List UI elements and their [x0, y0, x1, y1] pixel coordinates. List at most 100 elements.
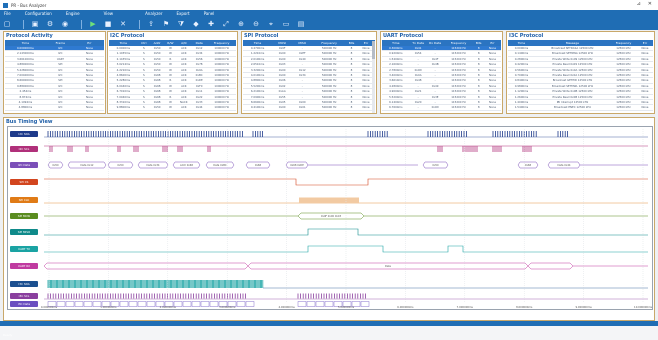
- protocol-frame: [146, 301, 156, 307]
- table-cell: 12500 kHz: [616, 51, 631, 56]
- protocol-frame: [65, 301, 75, 307]
- table-cell: 0x4F: [431, 56, 439, 61]
- timing-canvas[interactable]: I2C SDA I2C SCL I2C Data SPI CS SPI CLK SPI M…: [7, 126, 653, 310]
- time-tick-label: 0.000000ms: [41, 305, 58, 309]
- protocol-frame: [527, 262, 574, 270]
- table-cell: None: [488, 46, 496, 50]
- table-cell: S: [142, 51, 145, 56]
- zoom-in-icon[interactable]: ⊕: [236, 19, 246, 29]
- open-icon[interactable]: ▢: [2, 19, 12, 29]
- table-cell: -: [434, 67, 436, 72]
- table-cell: None: [85, 89, 93, 94]
- table-cell: 2.0100ms: [250, 56, 265, 61]
- layout-icon[interactable]: ▤: [296, 19, 306, 29]
- table-cell: 0x68: [153, 83, 161, 88]
- table-row[interactable]: 4.8800ms I2C None: [5, 105, 104, 111]
- waveform-svg[interactable]: I2C SDA I2C SCL I2C Data SPI CS SPI CLK SPI M…: [8, 127, 653, 309]
- table-cell: 0.4200ms: [514, 62, 529, 67]
- table-cell: 8: [350, 78, 353, 83]
- table-cell: 0x50: [153, 46, 161, 50]
- marker-icon[interactable]: ◆: [191, 19, 201, 29]
- trigger-icon[interactable]: ⚑: [161, 19, 171, 29]
- table-cell: Private Write 0x09 12500 kHz: [552, 56, 593, 61]
- table-cell: 5.2280ms: [116, 78, 131, 83]
- export-icon[interactable]: ⇪: [146, 19, 156, 29]
- table-cell: 0x3E: [431, 94, 439, 99]
- table-cell: 100000 Hz: [214, 94, 229, 99]
- menu-panel[interactable]: Panel: [204, 11, 215, 16]
- table-cell: 2.6510ms: [250, 62, 265, 67]
- menu-export[interactable]: Export: [176, 11, 189, 16]
- table-cell: 8: [477, 78, 480, 83]
- clear-icon[interactable]: ✕: [118, 19, 128, 29]
- settings-icon[interactable]: ⚙: [45, 19, 55, 29]
- table-cell: 12500 kHz: [616, 67, 631, 72]
- table-cell: 8: [477, 62, 480, 67]
- protocol-frame: [297, 301, 307, 307]
- menu-view[interactable]: View: [104, 11, 114, 16]
- table-cell: 115200 Hz: [451, 83, 466, 88]
- table-cell: 0x00: [278, 67, 286, 72]
- stop-icon[interactable]: ■: [103, 19, 113, 29]
- frame-label: Data: [385, 264, 391, 268]
- table-cell: None: [85, 99, 93, 104]
- time-tick-label: 10.000000ms: [634, 305, 652, 309]
- table-cell: 0x68: [153, 78, 161, 83]
- table-cell: 115200 Hz: [451, 78, 466, 83]
- table-cell: R: [169, 78, 172, 83]
- table-cell: None: [85, 78, 93, 83]
- table-cell: 7.0900ms: [250, 94, 265, 99]
- table-cell: 0x06: [278, 78, 286, 83]
- spi-protocol-panel: SPI Protocol Time MOSI MISO Frequency Bits Er…: [241, 31, 377, 114]
- table-cell: 8: [350, 99, 353, 104]
- zoom-fit-icon[interactable]: ⤢: [221, 19, 231, 29]
- start-icon[interactable]: ▶: [88, 19, 98, 29]
- menu-analyzer[interactable]: Analyzer: [145, 11, 162, 16]
- panel-title: Protocol Activity: [6, 33, 53, 39]
- zoom-out-icon[interactable]: ⊖: [251, 19, 261, 29]
- table-cell: W: [169, 67, 172, 72]
- table-cell: S: [142, 99, 145, 104]
- table-cell: None: [641, 105, 649, 110]
- close-button[interactable]: ✕: [648, 1, 652, 7]
- table-cell: 100000 Hz: [214, 67, 229, 72]
- table-cell: 0x00: [278, 56, 286, 61]
- table-cell: None: [85, 83, 93, 88]
- add-icon[interactable]: ✚: [206, 19, 216, 29]
- table-cell: 12500 kHz: [616, 56, 631, 61]
- menu-configuration[interactable]: Configuration: [25, 11, 52, 16]
- table-cell: 8: [350, 62, 353, 67]
- table-cell: 115200 Hz: [451, 99, 466, 104]
- table-cell: None: [641, 94, 649, 99]
- table-cell: 8.3310ms: [116, 99, 131, 104]
- protocol-frame: [315, 301, 325, 307]
- table-cell: 8: [350, 56, 353, 61]
- table-cell: 500000 Hz: [321, 89, 337, 94]
- table-cell: 8: [477, 56, 480, 61]
- table-row[interactable]: 6.7600ms - 0x0D 115200 Hz 8 None: [382, 105, 501, 111]
- cursor-icon[interactable]: ⌖: [266, 19, 276, 29]
- table-cell: 0.4700ms: [250, 46, 265, 50]
- table-cell: 12500 kHz: [616, 62, 631, 67]
- menu-file[interactable]: File: [4, 11, 11, 16]
- i3c-protocol-panel: I3C Protocol Time Message Frequency Err 0.0…: [506, 31, 655, 114]
- capture-icon[interactable]: ◉: [60, 19, 70, 29]
- table-cell: 4.1094ms: [18, 99, 33, 104]
- filter-icon[interactable]: ⧩: [176, 19, 186, 29]
- menu-engine[interactable]: Engine: [66, 11, 80, 16]
- table-cell: IBI Interrupt 12500 kHz: [556, 99, 589, 104]
- save-icon[interactable]: ▣: [30, 19, 40, 29]
- table-cell: 100000 Hz: [214, 56, 229, 61]
- table-cell: 8: [477, 89, 480, 94]
- table-row[interactable]: 9.8800ms S 0x50 W ACK 0x44 100000 Hz: [109, 105, 236, 111]
- table-row[interactable]: 1.5400ms Broadcast ENEC 12500 kHz 12500 kH…: [508, 105, 653, 111]
- window-icon[interactable]: ▭: [281, 19, 291, 29]
- pin-button[interactable]: ⊿: [637, 1, 641, 7]
- table-row[interactable]: 9.4100ms 0x00 0x01 500000 Hz 8 None: [243, 105, 375, 111]
- table-cell: 0x12: [298, 67, 306, 72]
- table-cell: 0x03: [278, 62, 286, 67]
- table-cell: 12500 kHz: [616, 83, 631, 88]
- protocol-frame: [360, 301, 370, 307]
- table-cell: 4.8600ms: [116, 72, 131, 77]
- scrollbar[interactable]: [372, 41, 375, 113]
